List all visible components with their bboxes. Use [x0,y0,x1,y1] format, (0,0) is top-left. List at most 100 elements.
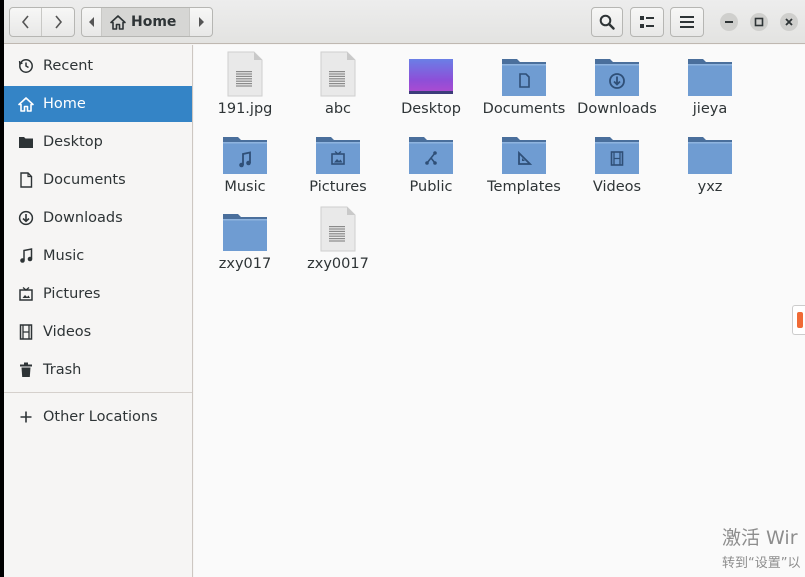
public-folder-icon [407,129,455,175]
chevron-left-icon [21,15,29,29]
file-item-label: Public [409,178,453,195]
trash-icon [18,362,34,378]
sidebar: Recent Home Desktop Documents Downloads … [4,45,193,577]
sidebar-item-music[interactable]: Music [4,238,192,274]
home-icon [110,14,126,30]
downloads-folder-icon [593,51,641,97]
activation-watermark-hint: 转到“设置”以 [722,556,801,571]
plus-icon [18,409,34,425]
path-scroll-right-button[interactable] [190,8,212,36]
sidebar-item-label: Trash [43,362,82,378]
view-options-button[interactable] [630,7,664,37]
activation-watermark-title: 激活 Wir [722,527,798,549]
close-icon [785,18,793,26]
file-item[interactable]: Public [386,129,476,203]
file-item-label: 191.jpg [217,101,273,117]
sidebar-item-documents[interactable]: Documents [4,162,192,198]
menu-button[interactable] [670,7,704,37]
minimize-icon [725,21,733,23]
document-icon [18,172,34,188]
sidebar-item-downloads[interactable]: Downloads [4,200,192,236]
sidebar-item-label: Videos [43,324,92,340]
file-item-label: zxy017 [218,256,272,272]
sidebar-separator [4,392,192,393]
file-item-label: zxy0017 [307,256,369,272]
sidebar-item-label: Pictures [43,286,101,302]
templates-folder-icon [500,129,548,175]
search-icon [599,14,615,30]
folder-icon [221,206,269,252]
path-bar: Home [81,7,213,37]
triangle-right-icon [199,17,204,27]
file-item-label: Templates [487,178,561,195]
triangle-left-icon [88,17,94,27]
close-button[interactable] [780,13,798,31]
home-icon [18,96,34,112]
download-icon [18,210,34,226]
header-bar: Home [4,0,805,44]
chevron-right-icon [55,15,63,29]
file-item[interactable]: abc [293,51,383,125]
sidebar-item-label: Other Locations [43,409,158,425]
file-item-label: abc [324,101,352,117]
navigation-buttons [9,7,75,37]
sidebar-item-label: Music [43,248,85,264]
sidebar-item-label: Downloads [43,210,123,226]
file-icon [314,51,362,97]
forward-button[interactable] [42,8,74,36]
desktop-folder-icon [407,51,455,97]
picture-icon [18,286,34,302]
minimize-button[interactable] [720,13,738,31]
file-manager-window: Home Recent Home Desktop Documents Downl… [4,0,805,577]
sidebar-item-other-locations[interactable]: Other Locations [4,399,192,435]
documents-folder-icon [500,51,548,97]
list-view-icon [640,16,654,28]
folder-icon [686,51,734,97]
path-scroll-left-button[interactable] [82,8,102,36]
file-item-label: Downloads [577,101,657,117]
sidebar-item-home[interactable]: Home [4,86,192,122]
path-home-button[interactable]: Home [102,8,190,36]
file-item-label: Documents [482,101,566,117]
sidebar-item-desktop[interactable]: Desktop [4,124,192,160]
music-icon [18,248,34,264]
back-button[interactable] [10,8,42,36]
file-icon [314,206,362,252]
sidebar-item-label: Home [43,96,86,112]
film-icon [18,324,34,340]
maximize-button[interactable] [750,13,768,31]
file-item[interactable]: Downloads [572,51,662,125]
music-folder-icon [221,129,269,175]
pictures-folder-icon [314,129,362,175]
file-item[interactable]: Videos [572,129,662,203]
file-item[interactable]: Templates [479,129,569,203]
file-item[interactable]: Pictures [293,129,383,203]
file-item-label: jieya [692,101,728,117]
file-item-label: Music [224,178,266,195]
file-item-label: Videos [592,178,642,195]
file-item[interactable]: zxy0017 [293,206,383,280]
folder-icon [686,129,734,175]
file-view: 191.jpg abc Desktop Documents Downloads jieya… [194,45,805,577]
file-item[interactable]: Documents [479,51,569,125]
path-home-label: Home [131,14,177,30]
sidebar-item-trash[interactable]: Trash [4,352,192,388]
maximize-icon [754,17,764,27]
search-button[interactable] [591,7,623,37]
sidebar-item-label: Desktop [43,134,103,150]
file-item[interactable]: yxz [665,129,755,203]
file-item-label: yxz [697,178,723,195]
file-item[interactable]: Music [200,129,290,203]
sidebar-item-label: Recent [43,58,94,74]
sidebar-item-recent[interactable]: Recent [4,48,192,84]
file-item[interactable]: zxy017 [200,206,290,280]
file-item[interactable]: 191.jpg [200,51,290,125]
sidebar-item-videos[interactable]: Videos [4,314,192,350]
videos-folder-icon [593,129,641,175]
floating-widget-tab[interactable] [792,305,805,335]
file-icon [221,51,269,97]
folder-icon [18,134,34,150]
file-item[interactable]: jieya [665,51,755,125]
sidebar-item-pictures[interactable]: Pictures [4,276,192,312]
file-item[interactable]: Desktop [386,51,476,125]
